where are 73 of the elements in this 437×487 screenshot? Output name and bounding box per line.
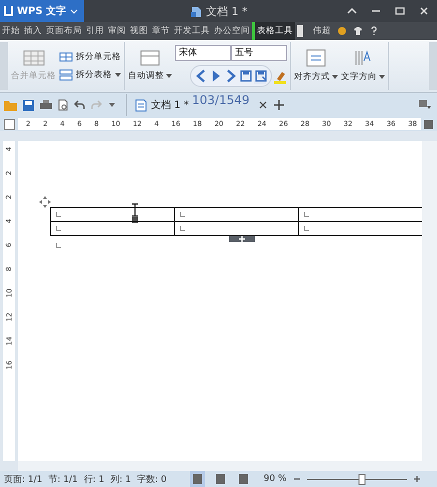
save-icon[interactable] <box>23 100 34 110</box>
save-as-icon[interactable] <box>255 69 267 83</box>
paragraph-mark-icon <box>304 226 309 231</box>
caret-icon <box>332 75 338 79</box>
caret-icon <box>115 73 121 77</box>
text-direction-button[interactable]: 文字方向 <box>341 49 385 83</box>
save-icon[interactable] <box>240 69 252 83</box>
paragraph-mark-icon <box>180 226 185 231</box>
plus-icon <box>239 236 245 242</box>
ribbon-tab[interactable]: 章节 <box>150 22 172 40</box>
zoom-level: 90 % <box>264 474 287 484</box>
align-button[interactable]: 对齐方式 <box>294 49 338 83</box>
split-cells-button[interactable]: 拆分单元格 <box>59 51 121 63</box>
caret-icon[interactable] <box>108 102 116 108</box>
close-icon[interactable] <box>258 101 267 109</box>
zoom-in-icon[interactable] <box>412 475 421 483</box>
horizontal-scrollbar[interactable] <box>18 461 437 471</box>
undo-icon[interactable] <box>74 100 85 110</box>
print-icon[interactable] <box>40 100 52 110</box>
caret-icon <box>166 74 172 78</box>
tab-selector-icon[interactable] <box>4 118 15 130</box>
paragraph-mark-icon <box>56 212 61 217</box>
text-cursor-icon <box>131 203 139 225</box>
skin-icon[interactable] <box>337 26 347 36</box>
grid-icon <box>59 52 73 62</box>
new-tab-icon[interactable] <box>272 99 285 111</box>
status-item: 列: 1 <box>110 474 132 486</box>
previous-icon[interactable] <box>195 69 207 83</box>
paragraph-mark-icon <box>304 212 309 217</box>
help-icon[interactable] <box>369 26 379 36</box>
highlighter-icon[interactable] <box>273 70 287 84</box>
status-item: 页面: 1/1 <box>4 474 42 486</box>
print-preview-icon[interactable] <box>58 99 68 111</box>
ribbon-tab[interactable]: 表格工具 <box>252 22 295 40</box>
play-icon[interactable] <box>210 69 222 83</box>
options-icon[interactable] <box>419 100 431 110</box>
table-icon <box>22 50 44 66</box>
split-table-button[interactable]: 拆分表格 <box>59 69 121 81</box>
maximize-icon[interactable] <box>395 7 405 15</box>
status-item: 字数: 0 <box>137 474 167 486</box>
ribbon-tab[interactable]: 插入 <box>22 22 44 40</box>
window-title: 文档 1 * <box>206 4 248 19</box>
status-item: 行: 1 <box>84 474 104 486</box>
split-table-icon <box>59 69 73 81</box>
ribbon-tab[interactable]: 办公空间 <box>212 22 252 40</box>
ribbon-tab[interactable]: 引用 <box>84 22 106 40</box>
shirt-icon[interactable] <box>353 26 363 36</box>
caret-icon <box>379 75 385 79</box>
collapse-icon[interactable] <box>347 7 357 15</box>
ribbon-tab[interactable]: 开发工具 <box>172 22 212 40</box>
align-icon <box>305 49 327 67</box>
ribbon-tab[interactable]: 视图 <box>128 22 150 40</box>
paragraph-mark-icon <box>56 243 61 248</box>
autofit-button[interactable]: 自动调整 <box>128 50 172 82</box>
paragraph-mark-icon <box>56 226 61 231</box>
table-icon <box>139 50 161 66</box>
font-size-field[interactable]: 五号 <box>231 45 287 61</box>
ribbon-tab[interactable]: 开始 <box>0 22 22 40</box>
paragraph-mark-icon <box>180 212 185 217</box>
ribbon-tab[interactable]: 审阅 <box>106 22 128 40</box>
font-field[interactable]: 宋体 <box>175 45 231 61</box>
status-item: 节: 1/1 <box>48 474 78 486</box>
add-row-button[interactable] <box>229 236 255 242</box>
app-menu-button[interactable]: WPS 文字 <box>0 0 84 22</box>
next-icon[interactable] <box>225 69 237 83</box>
caret-icon <box>70 8 78 14</box>
app-logo-icon <box>4 6 13 16</box>
document-icon <box>190 6 202 18</box>
table-move-handle-icon[interactable] <box>39 196 51 208</box>
ribbon-tab[interactable]: 页面布局 <box>44 22 84 40</box>
user-name[interactable]: 伟超 <box>313 25 331 37</box>
document-icon <box>135 98 147 112</box>
vertical-scrollbar[interactable] <box>422 141 437 461</box>
